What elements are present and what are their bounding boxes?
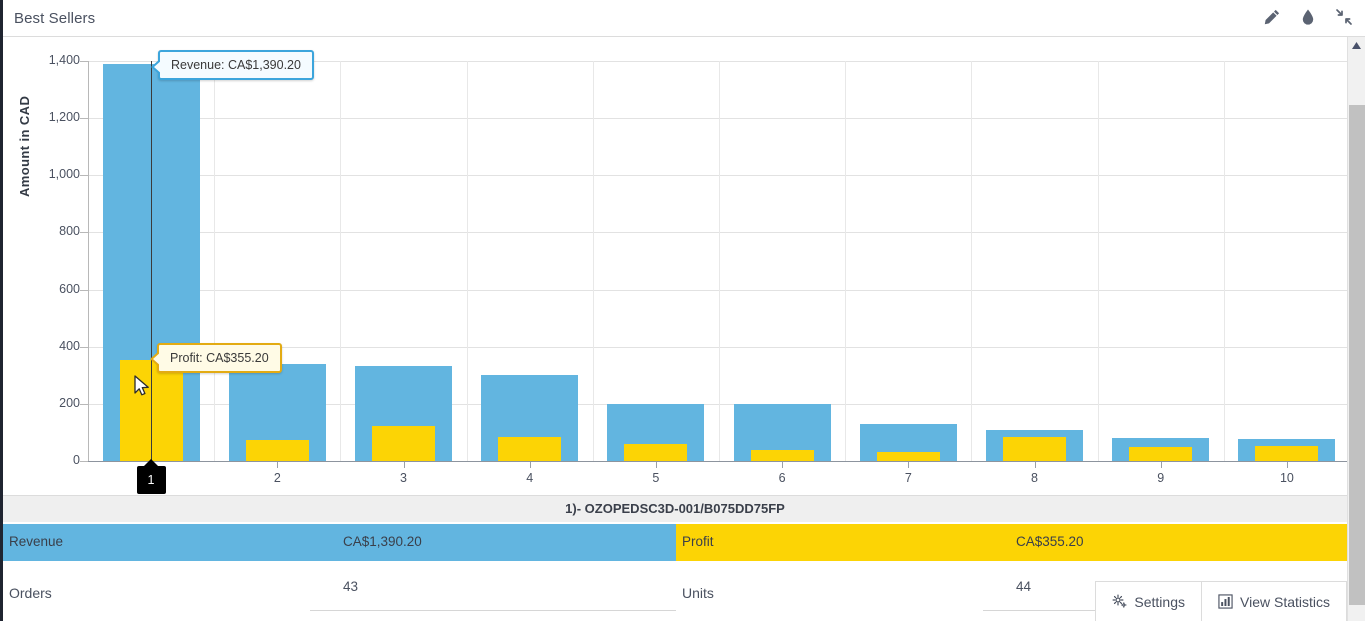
revenue-label: Revenue [9, 534, 64, 549]
selected-category-marker[interactable]: 1 [136, 459, 166, 494]
y-tick-label: 200 [59, 395, 80, 410]
profit-bar[interactable] [750, 450, 814, 461]
x-gridline [340, 61, 341, 461]
profit-bar[interactable] [1255, 445, 1319, 461]
revenue-tooltip: Revenue: CA$1,390.20 [151, 50, 314, 80]
x-tickmark [656, 462, 657, 468]
settings-label: Settings [1134, 593, 1185, 610]
revenue-value: CA$1,390.20 [343, 534, 422, 549]
profit-bar[interactable] [624, 443, 688, 461]
pencil-icon[interactable] [1263, 8, 1281, 26]
page-title: Best Sellers [14, 10, 96, 27]
gear-icon [1112, 594, 1127, 609]
y-tick-label: 0 [73, 453, 80, 467]
bar-chart-icon [1218, 594, 1233, 609]
orders-label: Orders [9, 585, 52, 601]
units-value: 44 [1016, 579, 1032, 594]
x-tick-label[interactable]: 9 [1131, 471, 1191, 485]
x-tick-label[interactable]: 8 [1005, 471, 1065, 485]
y-tick-label: 600 [59, 281, 80, 296]
x-tickmark [277, 462, 278, 468]
droplet-icon[interactable] [1299, 8, 1317, 26]
x-tickmark [908, 462, 909, 468]
x-tickmark [1287, 462, 1288, 468]
profit-tooltip: Profit: CA$355.20 [150, 343, 282, 373]
crosshair-line [151, 61, 152, 461]
view-statistics-button[interactable]: View Statistics [1201, 581, 1347, 621]
profit-bar[interactable] [1129, 447, 1193, 461]
profit-bar[interactable] [372, 425, 435, 461]
orders-summary-row: Orders 43 [3, 571, 676, 611]
x-tickmark [404, 462, 405, 468]
statistics-label: View Statistics [1240, 593, 1330, 610]
x-tick-label[interactable]: 7 [878, 471, 938, 485]
y-axis-line [88, 61, 89, 461]
profit-bar[interactable] [876, 451, 940, 461]
x-tick-label[interactable]: 2 [247, 471, 307, 485]
vertical-scrollbar[interactable] [1347, 37, 1365, 621]
orders-value: 43 [343, 579, 359, 594]
y-tick-label: 1,000 [48, 167, 80, 182]
x-gridline [467, 61, 468, 461]
profit-value: CA$355.20 [1016, 534, 1084, 549]
x-gridline [719, 61, 720, 461]
x-tick-label[interactable]: 5 [626, 471, 686, 485]
collapse-icon[interactable] [1335, 8, 1353, 26]
scrollbar-thumb[interactable] [1349, 105, 1365, 605]
x-gridline [845, 61, 846, 461]
x-tickmark [530, 462, 531, 468]
profit-bar[interactable] [498, 437, 562, 461]
y-tick-label: 800 [59, 224, 80, 239]
profit-summary-row: Profit CA$355.20 [676, 524, 1350, 561]
footer-button-group: Settings View Statistics [1095, 581, 1347, 621]
chart-plot-area[interactable]: Amount in CAD 0 200 400 600 800 1,000 1,200 1,4… [3, 37, 1350, 495]
profit-label: Profit [682, 534, 714, 549]
x-gridline [593, 61, 594, 461]
header-icon-group [1263, 8, 1353, 26]
profit-bar[interactable] [1003, 437, 1066, 461]
y-tick-label: 1,400 [48, 53, 80, 67]
scroll-up-arrow-icon[interactable] [1348, 37, 1365, 54]
x-tick-label[interactable]: 4 [500, 471, 560, 485]
x-tickmark [1035, 462, 1036, 468]
profit-bar[interactable] [245, 439, 309, 461]
x-tick-label[interactable]: 6 [752, 471, 812, 485]
x-tickmark [782, 462, 783, 468]
units-label: Units [682, 585, 714, 601]
x-tickmark [1161, 462, 1162, 468]
x-gridline [1098, 61, 1099, 461]
sku-bar: 1)- OZOPEDSC3D-001/B075DD75FP [3, 495, 1350, 522]
x-tick-label[interactable]: 3 [374, 471, 434, 485]
best-sellers-panel: Best Sellers Amount in CAD 0 200 400 600 800… [0, 0, 1365, 621]
panel-header: Best Sellers [3, 0, 1365, 37]
orders-divider [310, 610, 676, 611]
x-gridline [1224, 61, 1225, 461]
sku-text: 1)- OZOPEDSC3D-001/B075DD75FP [565, 501, 785, 516]
settings-button[interactable]: Settings [1095, 581, 1202, 621]
x-gridline [214, 61, 215, 461]
revenue-summary-row: Revenue CA$1,390.20 [3, 524, 676, 561]
x-tick-label[interactable]: 10 [1257, 471, 1317, 485]
y-tick-label: 400 [59, 338, 80, 353]
x-gridline [971, 61, 972, 461]
y-tick-label: 1,200 [48, 110, 80, 125]
